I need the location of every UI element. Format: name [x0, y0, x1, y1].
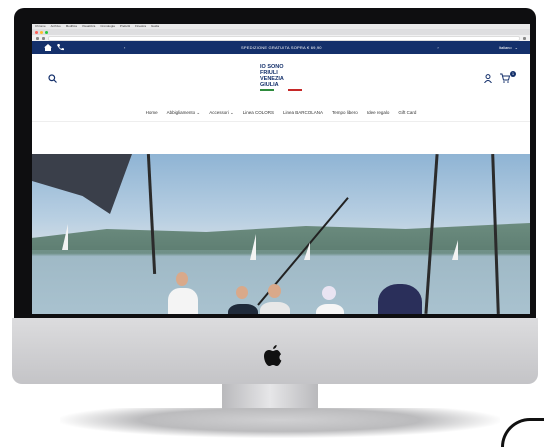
- site-header: IO SONO FRIULI VENEZIA GIULIA 1: [32, 54, 530, 104]
- close-window-icon[interactable]: [35, 30, 38, 34]
- promo-prev-icon[interactable]: ‹: [124, 45, 125, 50]
- main-navigation: Home Abbigliamento ⌄ Accessori ⌄ Linea C…: [32, 104, 530, 122]
- hero-person: [260, 302, 290, 314]
- hero-person-cap: [322, 286, 336, 300]
- hero-person: [316, 304, 344, 314]
- extensions-icon[interactable]: [523, 36, 526, 40]
- logo-flag-stripe: [260, 89, 302, 91]
- hero-image-sailing[interactable]: [32, 154, 530, 314]
- nav-item-tempo-libero[interactable]: Tempo libero: [332, 110, 358, 115]
- account-icon[interactable]: [484, 74, 492, 83]
- hero-person-head: [236, 286, 248, 299]
- home-icon[interactable]: [44, 44, 52, 51]
- nav-item-accessori[interactable]: Accessori ⌄: [209, 110, 234, 116]
- minimize-window-icon[interactable]: [40, 30, 43, 34]
- apple-logo-icon: [264, 345, 282, 366]
- menu-item[interactable]: Visualizza: [82, 24, 95, 29]
- menu-item[interactable]: Chrome: [35, 24, 46, 29]
- promo-text: SPEDIZIONE GRATUITA SOPRA € 69,90: [241, 45, 322, 50]
- cart-icon[interactable]: [500, 73, 510, 83]
- nav-item-abbigliamento[interactable]: Abbigliamento ⌄: [167, 110, 201, 116]
- browser-screen: Chrome Archivo Modifica Visualizza Crono…: [32, 24, 530, 314]
- announcement-bar: ‹ SPEDIZIONE GRATUITA SOPRA € 69,90 › It…: [32, 41, 530, 54]
- phone-icon[interactable]: [57, 44, 64, 51]
- search-icon[interactable]: [48, 74, 57, 83]
- menu-item[interactable]: Finestra: [135, 24, 146, 29]
- hero-person-navy-cap: [378, 284, 422, 314]
- chevron-down-icon: ⌄: [514, 45, 518, 50]
- menu-item[interactable]: Preferiti: [120, 24, 130, 29]
- nav-item-gift-card[interactable]: Gift Card: [398, 110, 416, 115]
- logo-line: GIULIA: [260, 82, 279, 88]
- browser-address-bar: [32, 35, 530, 41]
- language-selector[interactable]: Italiano: [499, 45, 512, 50]
- nav-item-idee-regalo[interactable]: Idee regalo: [367, 110, 390, 115]
- cart-count-badge: 1: [510, 71, 516, 77]
- hero-person-head: [268, 284, 281, 298]
- hero-person: [228, 304, 258, 314]
- hero-distant-sail: [62, 224, 68, 250]
- back-icon[interactable]: [36, 36, 39, 40]
- hero-person: [168, 288, 198, 314]
- hero-person-head: [176, 272, 188, 286]
- menu-item[interactable]: Archivo: [51, 24, 61, 29]
- nav-item-label: Accessori: [209, 109, 229, 115]
- menu-item[interactable]: Guida: [151, 24, 159, 29]
- imac-mockup: Chrome Archivo Modifica Visualizza Crono…: [0, 0, 544, 447]
- hero-distant-sail: [452, 240, 458, 260]
- menu-item[interactable]: Cronologia: [100, 24, 115, 29]
- hero-mast: [146, 154, 157, 274]
- promo-next-icon[interactable]: ›: [437, 45, 438, 50]
- hero-distant-sail: [250, 234, 256, 260]
- hero-sail-foreground: [32, 154, 132, 214]
- nav-item-linea-colors[interactable]: Linea COLORS: [243, 110, 274, 115]
- zoom-window-icon[interactable]: [45, 30, 48, 34]
- url-field[interactable]: [48, 35, 520, 41]
- hero-distant-sail: [304, 242, 310, 260]
- nav-item-home[interactable]: Home: [146, 110, 158, 115]
- forward-icon[interactable]: [42, 36, 45, 40]
- nav-item-label: Abbigliamento: [166, 109, 196, 115]
- site-logo[interactable]: IO SONO FRIULI VENEZIA GIULIA: [260, 64, 310, 91]
- decorative-swoosh: [501, 418, 544, 447]
- nav-item-linea-barcolana[interactable]: Linea BARCOLANA: [283, 110, 323, 115]
- menu-item[interactable]: Modifica: [66, 24, 77, 29]
- monitor-stand-base: [60, 408, 500, 438]
